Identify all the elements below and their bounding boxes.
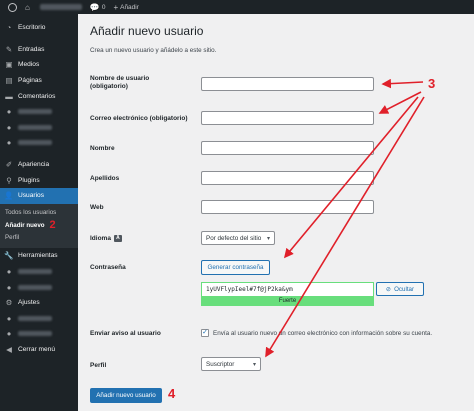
home-icon[interactable]: ⌂ — [21, 0, 36, 14]
sidebar-collapse-menu[interactable]: ◀ Cerrar menú — [0, 342, 78, 358]
last-name-label: Apellidos — [90, 175, 120, 182]
settings-icon: ⚙ — [5, 298, 13, 308]
brush-icon: ✐ — [5, 160, 13, 170]
email-label: Correo electrónico (obligatorio) — [90, 115, 188, 122]
sidebar-item-label: Medios — [18, 61, 40, 69]
username-input[interactable] — [201, 77, 374, 91]
sidebar-item-ajustes[interactable]: ⚙ Ajustes — [0, 295, 78, 311]
chevron-down-icon: ▾ — [252, 361, 256, 368]
plus-icon: + — [113, 2, 119, 12]
comment-bubble-icon: 💬 — [89, 2, 100, 12]
plugin-menu-icon: ● — [6, 313, 12, 323]
plugin-menu-icon: ● — [6, 282, 12, 292]
page-description: Crea un nuevo usuario y añádelo a este s… — [90, 47, 217, 54]
plugin-menu-icon: ● — [6, 329, 12, 339]
sidebar-item-paginas[interactable]: ▤ Páginas — [0, 73, 78, 89]
wrench-icon: 🔧 — [4, 251, 14, 261]
sidebar-item-hidden-5[interactable]: ● — [0, 279, 78, 295]
username-label: Nombre de usuario (obligatorio) — [90, 75, 150, 90]
role-select[interactable]: Suscriptor ▾ — [201, 357, 261, 371]
first-name-label: Nombre — [90, 145, 115, 152]
password-label: Contraseña — [90, 264, 126, 271]
language-select[interactable]: Por defecto del sitio ▾ — [201, 231, 275, 245]
sidebar-item-label: Ajustes — [18, 299, 40, 307]
add-new-user-button[interactable]: Añadir nuevo usuario — [90, 388, 162, 403]
submenu-all-users[interactable]: Todos los usuarios — [0, 207, 78, 220]
plugin-menu-icon: ● — [6, 266, 12, 276]
annotation-marker-2: 2 — [49, 219, 56, 232]
generate-password-button[interactable]: Generar contraseña — [201, 260, 270, 275]
plugin-icon: ⚲ — [6, 175, 12, 185]
sidebar-item-herramientas[interactable]: 🔧 Herramientas — [0, 248, 78, 264]
sidebar-item-apariencia[interactable]: ✐ Apariencia — [0, 157, 78, 173]
sidebar-item-label: Usuarios — [18, 192, 45, 200]
sidebar-item-label: Herramientas — [18, 252, 58, 260]
main-content: Añadir nuevo usuario Crea un nuevo usuar… — [78, 14, 474, 411]
sidebar-item-label: Entradas — [18, 45, 45, 53]
first-name-input[interactable] — [201, 141, 374, 155]
hide-password-button[interactable]: ⊘ Ocultar — [376, 282, 424, 296]
sidebar-item-escritorio[interactable]: ◔ Escritorio — [0, 20, 78, 36]
wordpress-logo-icon[interactable] — [0, 0, 21, 14]
email-input[interactable] — [201, 111, 374, 125]
admin-sidebar: ◔ Escritorio ✎ Entradas ▣ Medios ▤ Págin… — [0, 14, 78, 411]
role-label: Perfil — [90, 362, 107, 369]
sidebar-item-hidden-3[interactable]: ● — [0, 135, 78, 151]
collapse-icon: ◀ — [6, 344, 12, 354]
last-name-input[interactable] — [201, 171, 374, 185]
chevron-down-icon: ▾ — [266, 235, 270, 242]
notify-label: Enviar aviso al usuario — [90, 330, 161, 337]
new-content-link[interactable]: + Añadir — [109, 0, 142, 14]
annotation-marker-3: 3 — [428, 76, 436, 91]
website-label: Web — [90, 204, 104, 211]
translation-icon: A — [113, 235, 122, 242]
new-content-label: Añadir — [120, 3, 139, 11]
users-submenu: Todos los usuarios Añadir nuevo 2 Perfil — [0, 203, 78, 249]
sidebar-item-hidden-6[interactable]: ● — [0, 310, 78, 326]
pages-icon: ▤ — [5, 76, 13, 86]
sidebar-item-hidden-2[interactable]: ● — [0, 120, 78, 136]
sidebar-item-hidden-4[interactable]: ● — [0, 264, 78, 280]
annotation-marker-4: 4 — [168, 386, 176, 401]
site-name[interactable] — [36, 0, 86, 14]
language-label: Idioma A — [90, 235, 122, 243]
page-title: Añadir nuevo usuario — [90, 24, 204, 38]
comments-count: 0 — [101, 3, 106, 11]
submenu-add-new[interactable]: Añadir nuevo 2 — [0, 219, 78, 232]
sidebar-item-medios[interactable]: ▣ Medios — [0, 57, 78, 73]
notify-description: Envía al usuario nuevo un correo electró… — [213, 330, 433, 337]
admin-bar: ⌂ 💬 0 + Añadir — [0, 0, 474, 14]
dashboard-icon: ◔ — [6, 23, 12, 33]
sidebar-item-label: Páginas — [18, 77, 42, 85]
submenu-profile[interactable]: Perfil — [0, 232, 78, 245]
password-input[interactable]: 1yUVFlypIeel#7f@jP2ka&ym — [201, 282, 374, 296]
sidebar-item-hidden-1[interactable]: ● — [0, 104, 78, 120]
sidebar-item-usuarios[interactable]: 👤 Usuarios — [0, 187, 78, 204]
sidebar-item-plugins[interactable]: ⚲ Plugins — [0, 172, 78, 188]
users-icon: 👤 — [4, 191, 14, 201]
plugin-menu-icon: ● — [6, 122, 12, 132]
eye-slash-icon: ⊘ — [385, 285, 392, 293]
notify-checkbox[interactable]: ✓ — [201, 329, 209, 337]
sidebar-item-entradas[interactable]: ✎ Entradas — [0, 42, 78, 58]
sidebar-item-label: Escritorio — [18, 24, 46, 32]
comment-icon: ▬ — [5, 91, 13, 101]
sidebar-item-label: Apariencia — [18, 161, 50, 169]
comments-link[interactable]: 💬 0 — [86, 0, 110, 14]
media-icon: ▣ — [5, 60, 13, 70]
pin-icon: ✎ — [5, 44, 13, 54]
plugin-menu-icon: ● — [6, 138, 12, 148]
sidebar-item-hidden-7[interactable]: ● — [0, 326, 78, 342]
sidebar-item-comentarios[interactable]: ▬ Comentarios — [0, 88, 78, 104]
website-input[interactable] — [201, 200, 374, 214]
password-strength-indicator: Fuerte — [201, 296, 374, 306]
sidebar-item-label: Comentarios — [18, 92, 56, 100]
sidebar-item-label: Plugins — [18, 176, 40, 184]
plugin-menu-icon: ● — [6, 107, 12, 117]
sidebar-item-label: Cerrar menú — [18, 345, 56, 353]
